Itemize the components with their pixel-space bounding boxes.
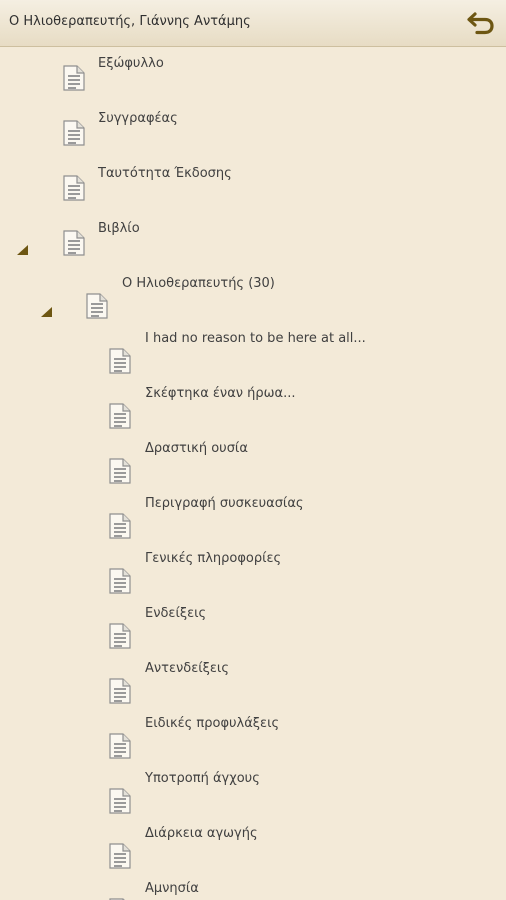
document-icon <box>108 568 132 594</box>
toc-item-label: Εξώφυλλο <box>98 56 164 71</box>
book-title: Ο Ηλιοθεραπευτής, Γιάννης Αντάμης <box>9 14 251 29</box>
toc-item-label: Βιβλίο <box>98 221 140 236</box>
toc-item-label: Ειδικές προφυλάξεις <box>145 716 280 731</box>
expand-collapse-icon[interactable] <box>17 245 28 255</box>
toc-item[interactable]: Ενδείξεις <box>0 601 506 656</box>
app-header: Ο Ηλιοθεραπευτής, Γιάννης Αντάμης <box>0 0 506 47</box>
toc-item[interactable]: Υποτροπή άγχους <box>0 766 506 821</box>
document-icon <box>108 788 132 814</box>
toc-item[interactable]: Αμνησία <box>0 876 506 900</box>
back-button[interactable] <box>466 9 496 37</box>
toc-item-label: Ο Ηλιοθεραπευτής (30) <box>122 276 275 291</box>
toc-item[interactable]: Αντενδείξεις <box>0 656 506 711</box>
toc-item[interactable]: Συγγραφέας <box>0 106 506 161</box>
toc-item[interactable]: I had no reason to be here at all... <box>0 326 506 381</box>
toc-item-label: I had no reason to be here at all... <box>145 331 366 346</box>
toc-item[interactable]: Σκέφτηκα έναν ήρωα... <box>0 381 506 436</box>
toc-item[interactable]: Ταυτότητα Έκδοσης <box>0 161 506 216</box>
toc-item[interactable]: Ειδικές προφυλάξεις <box>0 711 506 766</box>
document-icon <box>85 293 109 319</box>
toc-item[interactable]: Περιγραφή συσκευασίας <box>0 491 506 546</box>
toc-item-label: Σκέφτηκα έναν ήρωα... <box>145 386 296 401</box>
toc-item[interactable]: Ο Ηλιοθεραπευτής (30) <box>0 271 506 326</box>
document-icon <box>108 623 132 649</box>
document-icon <box>108 513 132 539</box>
toc-item-label: Ταυτότητα Έκδοσης <box>98 166 232 181</box>
document-icon <box>62 120 86 146</box>
toc-item[interactable]: Βιβλίο <box>0 216 506 271</box>
document-icon <box>62 65 86 91</box>
expand-collapse-icon[interactable] <box>41 307 52 317</box>
toc-item-label: Αντενδείξεις <box>145 661 229 676</box>
toc-item[interactable]: Εξώφυλλο <box>0 51 506 106</box>
document-icon <box>62 230 86 256</box>
toc-item-label: Διάρκεια αγωγής <box>145 826 258 841</box>
toc-item[interactable]: Γενικές πληροφορίες <box>0 546 506 601</box>
toc-item-label: Ενδείξεις <box>145 606 207 621</box>
toc-item-label: Δραστική ουσία <box>145 441 248 456</box>
document-icon <box>108 678 132 704</box>
back-arrow-icon <box>467 12 494 35</box>
document-icon <box>108 458 132 484</box>
document-icon <box>108 843 132 869</box>
document-icon <box>62 175 86 201</box>
toc-item[interactable]: Διάρκεια αγωγής <box>0 821 506 876</box>
toc-item-label: Γενικές πληροφορίες <box>145 551 282 566</box>
toc-item-label: Περιγραφή συσκευασίας <box>145 496 304 511</box>
document-icon <box>108 403 132 429</box>
toc-item-label: Συγγραφέας <box>98 111 178 126</box>
document-icon <box>108 733 132 759</box>
document-icon <box>108 348 132 374</box>
table-of-contents: Εξώφυλλο Συγγραφέας Ταυτότητα Έκδοσης Βιβλί… <box>0 47 506 900</box>
toc-item-label: Υποτροπή άγχους <box>145 771 260 786</box>
toc-item[interactable]: Δραστική ουσία <box>0 436 506 491</box>
toc-item-label: Αμνησία <box>145 881 199 896</box>
